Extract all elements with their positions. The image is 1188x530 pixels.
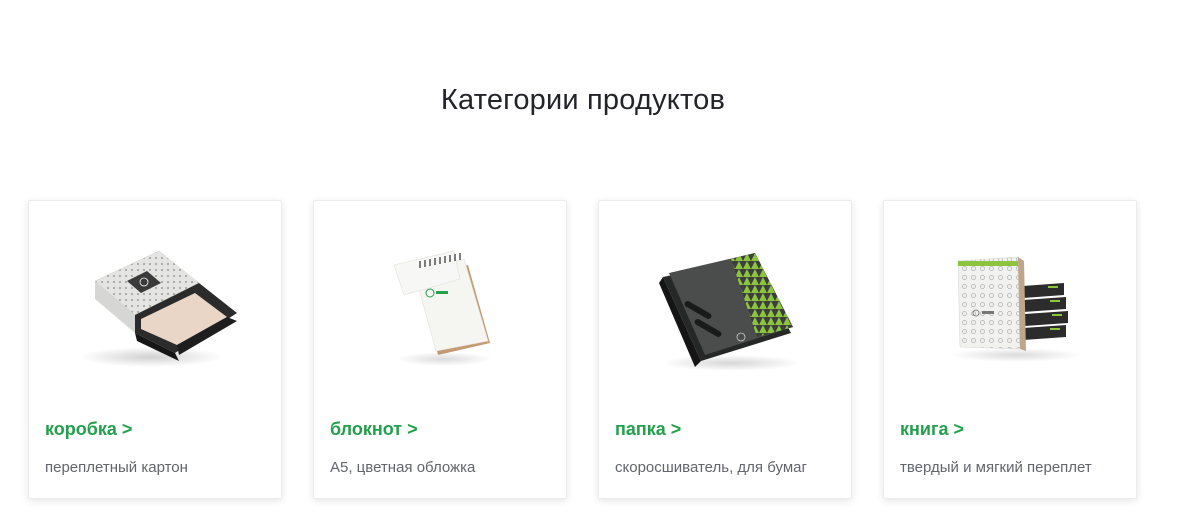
notepad-image <box>393 250 492 366</box>
category-card-folder[interactable]: папка > скоросшиватель, для бумаг <box>598 200 852 499</box>
category-card-notepad[interactable]: блокнот > А5, цветная обложка <box>313 200 567 499</box>
category-link-book[interactable]: книга > <box>900 419 964 440</box>
folder-image <box>659 253 801 371</box>
category-description: А5, цветная обложка <box>330 459 476 476</box>
category-link-notepad[interactable]: блокнот > <box>330 419 418 440</box>
category-card-box[interactable]: коробка > переплетный картон <box>28 200 282 499</box>
category-description: переплетный картон <box>45 459 188 476</box>
category-description: скоросшиватель, для бумаг <box>615 459 807 476</box>
category-cards: коробка > переплетный картон блокнот > А… <box>28 200 1137 499</box>
section-title: Категории продуктов <box>440 84 726 116</box>
category-card-book[interactable]: книга > твердый и мягкий переплет <box>883 200 1137 499</box>
box-image <box>79 250 237 367</box>
category-description: твердый и мягкий переплет <box>900 459 1092 476</box>
product-categories-section: Категории продуктов коробка > переплетны… <box>0 0 1188 530</box>
category-link-folder[interactable]: папка > <box>615 419 681 440</box>
book-image <box>950 256 1082 362</box>
category-link-box[interactable]: коробка > <box>45 419 132 440</box>
